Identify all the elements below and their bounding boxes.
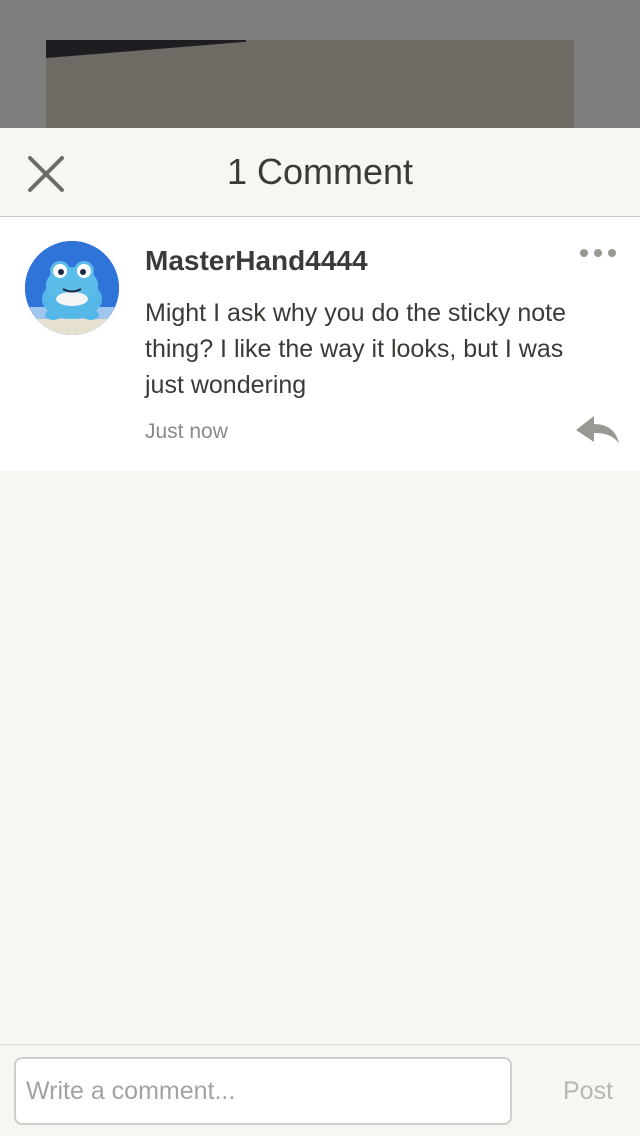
- screen: 1 Comment MasterHand4444 Might I ask why…: [0, 0, 640, 1136]
- dimmed-backdrop[interactable]: [0, 0, 640, 128]
- more-dots-icon: [608, 249, 616, 257]
- comments-header: 1 Comment: [0, 128, 640, 217]
- avatar[interactable]: [25, 241, 119, 335]
- comment-timestamp: Just now: [145, 420, 228, 443]
- comments-sheet: 1 Comment MasterHand4444 Might I ask why…: [0, 128, 640, 1136]
- comment-item: MasterHand4444 Might I ask why you do th…: [0, 217, 640, 471]
- close-button[interactable]: [22, 150, 70, 198]
- more-dots-icon: [580, 249, 588, 257]
- comments-title: 1 Comment: [226, 151, 414, 192]
- close-icon: [28, 156, 64, 192]
- more-options-button[interactable]: [572, 239, 624, 267]
- comment-composer: Post: [0, 1044, 640, 1136]
- comment-text: Might I ask why you do the sticky note t…: [145, 299, 567, 399]
- more-dots-icon: [594, 249, 602, 257]
- reply-button[interactable]: [574, 413, 622, 449]
- avatar-frog-icon: [25, 241, 119, 335]
- background-post-image: [46, 40, 574, 128]
- comment-username[interactable]: MasterHand4444: [145, 245, 368, 277]
- reply-arrow-icon: [576, 416, 619, 443]
- post-button[interactable]: Post: [538, 1057, 638, 1125]
- comment-input[interactable]: [14, 1057, 512, 1125]
